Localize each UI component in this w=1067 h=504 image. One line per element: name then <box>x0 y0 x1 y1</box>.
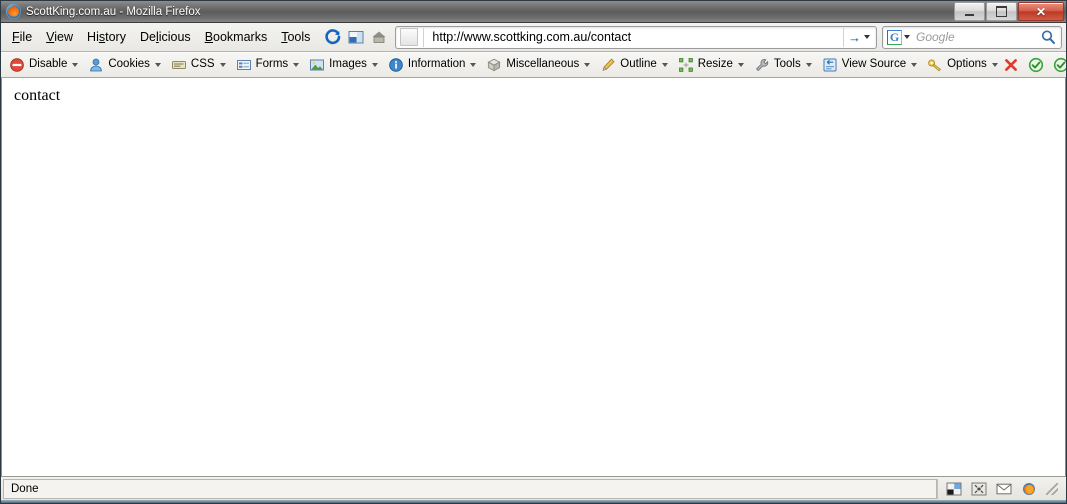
search-bar[interactable]: G Google <box>882 25 1062 49</box>
title-bar: ScottKing.com.au - Mozilla Firefox ✕ <box>1 1 1066 23</box>
devbar-label-images: Images <box>329 58 367 71</box>
devbar-label-view-source: View Source <box>841 58 907 71</box>
chevron-down-icon[interactable] <box>805 63 812 67</box>
options-icon <box>927 57 943 73</box>
error-indicator-icon[interactable] <box>1003 57 1019 73</box>
menu-item-delicious[interactable]: Delicious <box>133 27 198 47</box>
chevron-down-icon[interactable] <box>219 63 226 67</box>
devbar-label-information: Information <box>407 58 466 71</box>
css-validator-icon[interactable] <box>1028 57 1044 73</box>
adblock-status-icon[interactable] <box>946 482 962 496</box>
menu-item-history[interactable]: History <box>80 27 133 47</box>
status-bar: Done <box>1 476 1066 500</box>
devbar-item-outline[interactable]: Outline <box>595 55 672 75</box>
google-engine-icon[interactable]: G <box>887 29 902 45</box>
firefox-icon <box>6 3 22 20</box>
page-content[interactable]: contact <box>1 78 1066 476</box>
page-favicon <box>400 28 419 46</box>
devbar-label-cookies: Cookies <box>108 58 150 71</box>
chevron-down-icon[interactable] <box>293 63 300 67</box>
window-title: ScottKing.com.au - Mozilla Firefox <box>26 5 201 18</box>
menu-item-bookmarks[interactable]: Bookmarks <box>198 27 275 47</box>
chevron-down-icon[interactable] <box>584 63 591 67</box>
cookies-icon <box>88 57 104 73</box>
window-controls: ✕ <box>954 2 1064 21</box>
web-developer-toolbar: Disable Cookies CSS Forms Images Informa… <box>1 52 1066 78</box>
devbar-item-resize[interactable]: Resize <box>673 55 749 75</box>
chevron-down-icon[interactable] <box>911 63 918 67</box>
navigation-icons <box>324 28 388 46</box>
resize-grip[interactable] <box>1046 482 1058 495</box>
navigation-bar: File View History Delicious Bookmarks To… <box>1 23 1066 51</box>
page-body-text: contact <box>14 87 61 104</box>
firefox-status-icon[interactable] <box>1021 482 1037 496</box>
maximize-icon <box>996 6 1007 17</box>
window-bottom-edge <box>1 500 1066 503</box>
go-dropdown-icon[interactable] <box>864 35 870 39</box>
resize-icon <box>678 57 694 73</box>
minimize-button[interactable] <box>954 2 985 21</box>
url-input[interactable]: http://www.scottking.com.au/contact <box>424 30 843 44</box>
disable-icon <box>9 57 25 73</box>
menu-bar: File View History Delicious Bookmarks To… <box>5 27 317 47</box>
menu-item-view[interactable]: View <box>39 27 80 47</box>
mail-status-icon[interactable] <box>996 482 1012 496</box>
devbar-item-information[interactable]: Information <box>383 55 482 75</box>
devbar-label-css: CSS <box>190 58 215 71</box>
chevron-down-icon[interactable] <box>371 63 378 67</box>
devbar-item-disable[interactable]: Disable <box>4 55 83 75</box>
chevron-down-icon[interactable] <box>991 63 998 67</box>
browser-window: ScottKing.com.au - Mozilla Firefox ✕ Fil… <box>0 0 1067 504</box>
devbar-label-disable: Disable <box>29 58 68 71</box>
devbar-item-options[interactable]: Options <box>922 55 1003 75</box>
miscellaneous-icon <box>486 57 502 73</box>
devbar-item-tools[interactable]: Tools <box>749 55 817 75</box>
search-input[interactable]: Google <box>910 30 1039 44</box>
go-arrow-icon: → <box>848 29 861 45</box>
information-icon <box>388 57 404 73</box>
noscript-status-icon[interactable] <box>971 482 987 496</box>
go-button[interactable]: → <box>843 27 876 47</box>
chevron-down-icon[interactable] <box>737 63 744 67</box>
devbar-label-tools: Tools <box>773 58 801 71</box>
home-icon[interactable] <box>370 28 388 46</box>
maximize-button[interactable] <box>986 2 1017 21</box>
status-bar-icons <box>937 478 1066 499</box>
devbar-label-resize: Resize <box>697 58 733 71</box>
devbar-item-cookies[interactable]: Cookies <box>83 55 166 75</box>
view-source-icon <box>822 57 838 73</box>
status-text: Done <box>11 482 39 495</box>
images-icon <box>309 57 325 73</box>
search-magnifier-icon[interactable] <box>1039 28 1057 46</box>
devbar-label-miscellaneous: Miscellaneous <box>506 58 580 71</box>
chevron-down-icon[interactable] <box>154 63 161 67</box>
css-icon <box>171 57 187 73</box>
devbar-item-forms[interactable]: Forms <box>231 55 305 75</box>
outline-icon <box>600 57 616 73</box>
chevron-down-icon[interactable] <box>470 63 477 67</box>
status-message-panel: Done <box>3 478 937 499</box>
sidebar-panel-icon[interactable] <box>347 28 365 46</box>
html-validator-icon[interactable] <box>1053 57 1066 73</box>
reload-icon[interactable] <box>324 28 342 46</box>
devbar-status-icons <box>1003 57 1066 73</box>
menu-item-file[interactable]: File <box>5 27 39 47</box>
browser-chrome: File View History Delicious Bookmarks To… <box>1 23 1066 52</box>
devbar-item-view-source[interactable]: View Source <box>817 55 922 75</box>
close-icon: ✕ <box>1035 4 1047 19</box>
address-bar[interactable]: http://www.scottking.com.au/contact → <box>395 25 877 49</box>
forms-icon <box>236 57 252 73</box>
minimize-icon <box>965 13 974 16</box>
devbar-item-miscellaneous[interactable]: Miscellaneous <box>481 55 595 75</box>
devbar-label-outline: Outline <box>620 58 657 71</box>
devbar-label-forms: Forms <box>255 58 289 71</box>
devbar-item-css[interactable]: CSS <box>166 55 231 75</box>
menu-item-tools[interactable]: Tools <box>274 27 317 47</box>
chevron-down-icon[interactable] <box>661 63 668 67</box>
devbar-item-images[interactable]: Images <box>304 55 383 75</box>
devbar-label-options: Options <box>947 58 987 71</box>
chevron-down-icon[interactable] <box>72 63 79 67</box>
tools-icon <box>754 57 770 73</box>
close-button[interactable]: ✕ <box>1018 2 1064 21</box>
